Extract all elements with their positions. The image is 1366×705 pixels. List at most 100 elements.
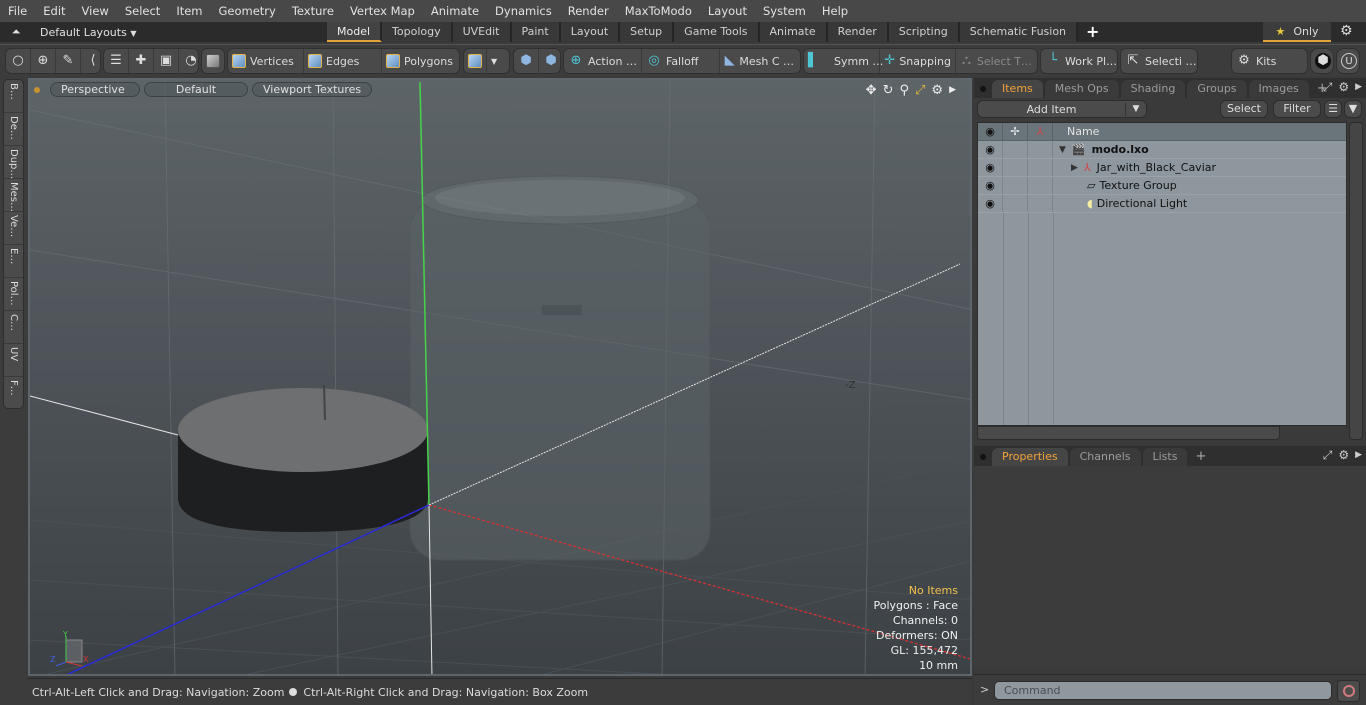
item-row-modo-lxo[interactable]: ◉ ▼ 🎬 modo.lxo <box>978 141 1346 159</box>
align-tool-button[interactable]: ☰ <box>104 49 129 73</box>
tab-render[interactable]: Render <box>827 22 889 42</box>
left-tab-duplicate[interactable]: Dup… <box>4 146 23 179</box>
panel-arrow-icon[interactable]: ▶ <box>1355 448 1362 463</box>
chevron-down-icon[interactable]: ▼ <box>1126 104 1146 114</box>
action-center-button[interactable]: ⬢ <box>514 49 539 73</box>
viewport-status-dot[interactable] <box>34 86 40 93</box>
work-plane-button[interactable]: └ Work Pl… <box>1041 49 1121 73</box>
mesh-constraint-button[interactable]: ◣ Mesh C … <box>720 49 798 73</box>
tab-setup[interactable]: Setup <box>620 22 675 42</box>
maximize-icon[interactable]: ⤢ <box>915 83 925 98</box>
add-tab-icon[interactable]: + <box>1078 22 1107 42</box>
pan-icon[interactable]: ✥ <box>866 83 877 98</box>
edges-mode-button[interactable]: Edges <box>304 49 382 73</box>
filter-button[interactable]: Filter <box>1273 100 1321 118</box>
collapse-up-icon[interactable]: ⏶ <box>8 24 24 40</box>
expand-right-icon[interactable]: ▶ <box>949 83 956 98</box>
item-row-directional-light[interactable]: ◉ ◖ Directional Light <box>978 195 1346 213</box>
tab-lists[interactable]: Lists <box>1142 448 1188 466</box>
viewport-gear-icon[interactable]: ⚙ <box>931 83 943 98</box>
left-tab-fusion[interactable]: F… <box>4 377 23 410</box>
menu-vertex-map[interactable]: Vertex Map <box>342 0 423 22</box>
add-item-button[interactable]: Add Item ▼ <box>977 100 1147 118</box>
menu-dynamics[interactable]: Dynamics <box>487 0 560 22</box>
menu-view[interactable]: View <box>74 0 117 22</box>
panel-arrow-icon[interactable]: ▶ <box>1355 80 1362 95</box>
cross-tool-button[interactable]: ✚ <box>129 49 154 73</box>
command-history-button[interactable] <box>1337 680 1360 702</box>
select-through-button[interactable]: ⛬ Select T… <box>956 49 1036 73</box>
item-list-horizontal-scrollbar[interactable] <box>977 426 1280 440</box>
unity-button[interactable]: ⬢ <box>1311 49 1335 73</box>
tab-shading[interactable]: Shading <box>1120 80 1186 98</box>
circle-select-button[interactable]: ○ <box>6 49 31 73</box>
add-panel-tab-icon[interactable]: + <box>1189 448 1212 466</box>
tab-game-tools[interactable]: Game Tools <box>674 22 760 42</box>
symmetry-button[interactable]: ▌ Symm … <box>804 49 883 73</box>
panel-menu-dot[interactable] <box>980 86 986 92</box>
list-options-button[interactable]: ☰ <box>1324 100 1342 118</box>
unreal-button[interactable]: U <box>1337 49 1361 73</box>
tab-channels[interactable]: Channels <box>1069 448 1141 466</box>
visibility-toggle[interactable]: ◉ <box>978 177 1003 194</box>
item-row-jar[interactable]: ◉ ▶ ⅄ Jar_with_Black_Caviar <box>978 159 1346 177</box>
expand-panel-icon[interactable]: ⤢ <box>1323 448 1333 463</box>
menu-animate[interactable]: Animate <box>423 0 487 22</box>
zoom-icon[interactable]: ⚲ <box>899 83 909 98</box>
left-tab-polygon[interactable]: Pol… <box>4 278 23 311</box>
menu-edit[interactable]: Edit <box>35 0 73 22</box>
3d-viewport[interactable]: -Z Y X Z Perspective Default Viewport Te… <box>28 78 972 676</box>
item-mode-button[interactable] <box>202 49 224 73</box>
gear-icon[interactable]: ⚙ <box>1340 23 1353 39</box>
vertices-mode-button[interactable]: Vertices <box>228 49 304 73</box>
shading-dropdown[interactable]: Default <box>144 82 248 97</box>
tab-items[interactable]: Items <box>992 80 1043 98</box>
tab-paint[interactable]: Paint <box>511 22 561 42</box>
menu-system[interactable]: System <box>755 0 814 22</box>
menu-maxtomodo[interactable]: MaxToModo <box>617 0 700 22</box>
command-input[interactable]: Command <box>994 681 1332 700</box>
menu-help[interactable]: Help <box>814 0 856 22</box>
rotate-icon[interactable]: ↻ <box>883 83 894 98</box>
select-button[interactable]: Select <box>1220 100 1268 118</box>
panel-gear-icon[interactable]: ⚙ <box>1338 80 1349 95</box>
left-tab-curve[interactable]: C… <box>4 311 23 344</box>
item-list-vertical-scrollbar[interactable] <box>1349 122 1363 440</box>
pen-tool-button[interactable]: ✎ <box>56 49 81 73</box>
lasso-tool-button[interactable]: ⟨ <box>81 49 105 73</box>
layouts-selector[interactable]: ⏶ Default Layouts ▼ <box>8 22 137 42</box>
sphere-select-button[interactable]: ⊕ <box>31 49 56 73</box>
tab-groups[interactable]: Groups <box>1187 80 1247 98</box>
left-tab-uv[interactable]: UV <box>4 344 23 377</box>
tab-uvedit[interactable]: UVEdit <box>452 22 512 42</box>
axis-button[interactable]: ⬢ <box>539 49 563 73</box>
filter-funnel-button[interactable]: ▼ <box>1344 100 1362 118</box>
panel-gear-icon[interactable]: ⚙ <box>1338 448 1349 463</box>
dial-tool-button[interactable]: ◔ <box>179 49 203 73</box>
menu-layout[interactable]: Layout <box>700 0 755 22</box>
visibility-toggle[interactable]: ◉ <box>978 159 1003 176</box>
material-dropdown[interactable]: ▼ <box>487 49 501 73</box>
visibility-toggle[interactable]: ◉ <box>978 195 1003 212</box>
snapping-button[interactable]: ✛ Snapping <box>880 49 956 73</box>
panel-menu-dot[interactable] <box>980 454 986 460</box>
menu-geometry[interactable]: Geometry <box>211 0 284 22</box>
collapse-triangle-icon[interactable]: ▼ <box>1059 145 1066 155</box>
tab-animate[interactable]: Animate <box>759 22 828 42</box>
tab-topology[interactable]: Topology <box>382 22 453 42</box>
tab-scripting[interactable]: Scripting <box>888 22 960 42</box>
menu-render[interactable]: Render <box>560 0 617 22</box>
visibility-column-header[interactable]: ◉ <box>978 123 1003 140</box>
selection-sets-button[interactable]: ⇱ Selecti … <box>1121 49 1201 73</box>
tab-properties[interactable]: Properties <box>992 448 1068 466</box>
viewport-textures-dropdown[interactable]: Viewport Textures <box>252 82 373 97</box>
menu-select[interactable]: Select <box>117 0 168 22</box>
left-tab-vertex[interactable]: Ve… <box>4 212 23 245</box>
left-tab-mesh-edit[interactable]: Mes… <box>4 179 23 212</box>
falloff-button[interactable]: ◎ Falloff <box>642 49 720 73</box>
view-type-dropdown[interactable]: Perspective <box>50 82 140 97</box>
only-filter-button[interactable]: ★ Only <box>1263 22 1331 42</box>
lock-column-header[interactable]: ✢ <box>1003 123 1028 140</box>
tab-mesh-ops[interactable]: Mesh Ops <box>1044 80 1119 98</box>
action-button[interactable]: ⊕ Action … <box>564 49 642 73</box>
